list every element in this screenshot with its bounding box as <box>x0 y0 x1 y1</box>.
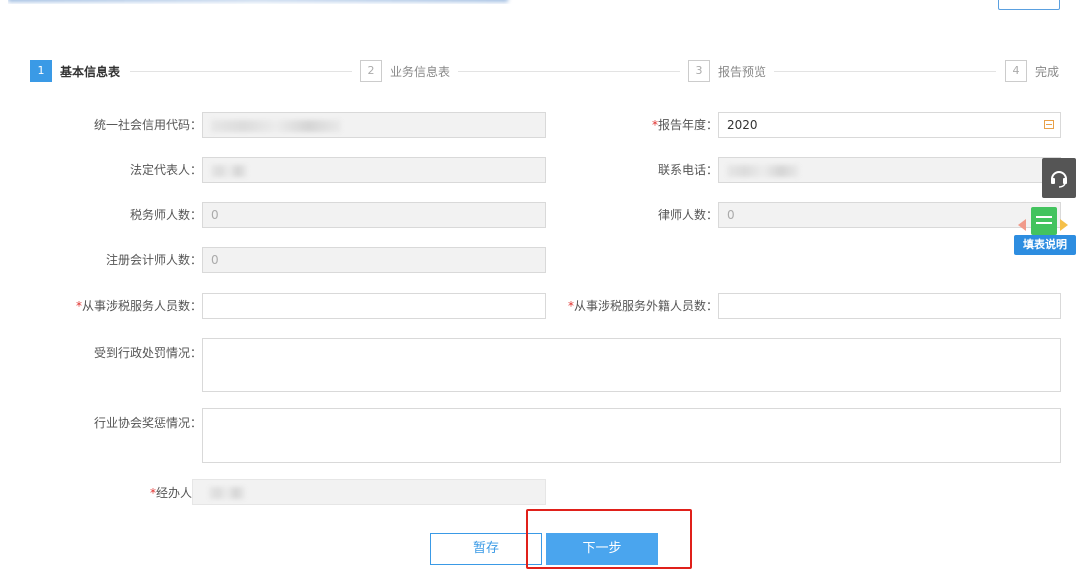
handler-field <box>192 479 546 505</box>
staff-label: *从事涉税服务人员数： <box>75 299 202 313</box>
arrow-left-icon <box>1018 219 1026 231</box>
tax-agents-label: 税务师人数： <box>129 208 202 222</box>
step-connector <box>774 71 996 72</box>
step-number: 4 <box>1005 60 1027 82</box>
headset-icon <box>1051 171 1067 188</box>
step-report-preview[interactable]: 3 报告预览 <box>688 60 766 82</box>
step-connector <box>458 71 680 72</box>
highlight-annotation <box>526 509 692 569</box>
arrow-right-icon <box>1060 219 1068 231</box>
report-year-field[interactable]: 2020 <box>718 112 1061 138</box>
form-guide-widget[interactable]: 填表说明 <box>1014 207 1076 257</box>
step-number: 1 <box>30 60 52 82</box>
step-label: 报告预览 <box>718 64 767 79</box>
step-label: 基本信息表 <box>60 64 121 79</box>
report-year-label: *报告年度： <box>651 118 718 132</box>
lawyers-label: 律师人数： <box>657 208 718 222</box>
step-business-info[interactable]: 2 业务信息表 <box>360 60 450 82</box>
step-number: 3 <box>688 60 710 82</box>
award-label: 行业协会奖惩情况： <box>93 416 202 430</box>
guide-label[interactable]: 填表说明 <box>1014 235 1076 255</box>
legal-rep-label: 法定代表人： <box>129 163 202 177</box>
guide-book-icon <box>1031 207 1057 235</box>
phone-label: 联系电话： <box>657 163 718 177</box>
penalty-textarea[interactable] <box>202 338 1061 392</box>
foreign-staff-label: *从事涉税服务外籍人员数： <box>567 299 718 313</box>
step-complete[interactable]: 4 完成 <box>1005 60 1059 82</box>
step-number: 2 <box>360 60 382 82</box>
top-bar <box>0 0 1080 14</box>
penalty-label: 受到行政处罚情况： <box>93 346 202 360</box>
cpa-label: 注册会计师人数： <box>105 253 202 267</box>
step-label: 完成 <box>1035 64 1060 79</box>
staff-input[interactable] <box>202 293 546 319</box>
breadcrumb[interactable] <box>8 0 528 4</box>
credit-code-label: 统一社会信用代码： <box>93 118 202 132</box>
phone-field <box>718 157 1061 183</box>
calendar-icon[interactable] <box>1044 120 1054 129</box>
legal-rep-field <box>202 157 546 183</box>
lawyers-field: 0 <box>718 202 1061 228</box>
tax-agents-field: 0 <box>202 202 546 228</box>
foreign-staff-input[interactable] <box>718 293 1061 319</box>
step-label: 业务信息表 <box>390 64 451 79</box>
step-connector <box>130 71 352 72</box>
step-indicator: 1 基本信息表 2 业务信息表 3 报告预览 4 完成 <box>30 60 1060 82</box>
award-textarea[interactable] <box>202 408 1061 463</box>
step-basic-info[interactable]: 1 基本信息表 <box>30 60 120 82</box>
customer-service-button[interactable] <box>1042 158 1076 198</box>
cpa-field: 0 <box>202 247 546 273</box>
handler-label: *经办人 <box>149 486 192 500</box>
credit-code-field <box>202 112 546 138</box>
back-button[interactable] <box>998 0 1060 10</box>
